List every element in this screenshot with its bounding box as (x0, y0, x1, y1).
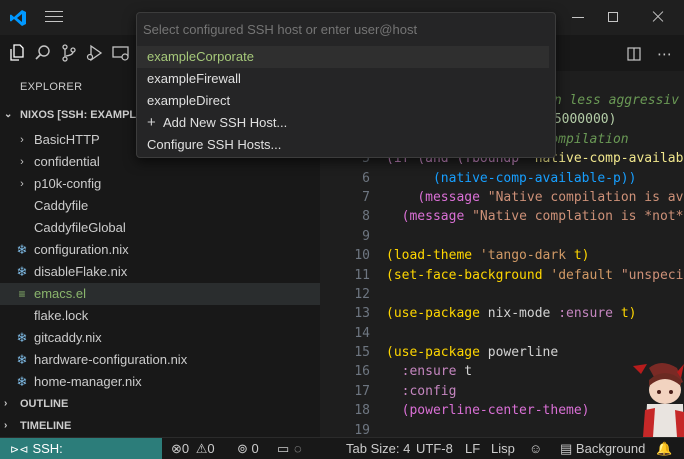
tree-item[interactable]: Caddyfile (0, 195, 320, 217)
tab-size-indicator[interactable]: Tab Size: 4 (346, 438, 410, 459)
tree-item[interactable]: ❄ configuration.nix (0, 239, 320, 261)
background-indicator[interactable]: ▤ Background (560, 438, 645, 459)
nix-snowflake-icon: ❄ (16, 352, 28, 367)
file-tree: › BasicHTTP › confidential › p10k-config Ca… (0, 129, 320, 393)
notifications-icon[interactable]: 🔔 (656, 438, 672, 459)
quick-pick-item-exampleDirect[interactable]: exampleDirect (137, 90, 549, 112)
folder-icon[interactable]: ▭ (277, 438, 289, 459)
plus-icon: + (147, 114, 156, 131)
more-actions-icon[interactable]: ⋯ (657, 45, 672, 63)
tree-item-active[interactable]: ≡ emacs.el (0, 283, 320, 305)
chevron-right-icon: › (4, 420, 8, 431)
chevron-right-icon: › (20, 156, 24, 168)
ports-indicator[interactable]: ⊚ 0 (237, 438, 259, 459)
ssh-host-input[interactable] (143, 19, 549, 41)
files-icon[interactable] (7, 43, 27, 63)
status-bar: ⊳⊲SSH: exampleCorporate ⊗0 ⚠0 ⊚ 0 ▭ ◌ Ta… (0, 437, 684, 459)
split-editor-icon[interactable] (627, 47, 641, 61)
language-indicator[interactable]: Lisp (491, 438, 515, 459)
root-folder-label: NIXOS [SSH: EXAMPLE... (20, 109, 153, 121)
outline-section-header[interactable]: › OUTLINE (0, 393, 320, 415)
encoding-indicator[interactable]: UTF-8 (416, 438, 453, 459)
problems-indicator[interactable]: ⊗0 ⚠0 (171, 438, 215, 459)
remote-explorer-icon[interactable] (111, 43, 131, 63)
tree-item[interactable]: flake.lock (0, 305, 320, 327)
vscode-logo-icon[interactable] (9, 9, 27, 27)
timeline-section-header[interactable]: › TIMELINE (0, 415, 320, 437)
chevron-right-icon: › (20, 178, 24, 190)
tree-item[interactable]: › p10k-config (0, 173, 320, 195)
nix-snowflake-icon: ❄ (16, 374, 28, 389)
quick-pick-item-exampleFirewall[interactable]: exampleFirewall (137, 68, 549, 90)
configure-ssh-hosts-item[interactable]: Configure SSH Hosts... (137, 134, 549, 156)
bell-icon[interactable]: ◌ (294, 438, 302, 459)
nix-snowflake-icon: ❄ (16, 242, 28, 257)
search-icon[interactable] (33, 43, 53, 63)
run-debug-icon[interactable] (85, 43, 105, 63)
elisp-file-icon: ≡ (18, 287, 26, 301)
remote-indicator[interactable]: ⊳⊲SSH: exampleCorporate (0, 438, 162, 459)
close-window-button[interactable] (647, 6, 671, 28)
add-new-ssh-host-item[interactable]: + Add New SSH Host... (137, 112, 549, 134)
warning-icon: ⚠ (195, 441, 208, 456)
remote-icon: ⊳⊲ (10, 444, 29, 456)
explorer-title: EXPLORER (20, 81, 83, 93)
maximize-button[interactable] (602, 6, 626, 28)
eol-indicator[interactable]: LF (465, 438, 480, 459)
document-icon: ▤ (560, 441, 573, 456)
nix-snowflake-icon: ❄ (16, 264, 28, 279)
quick-pick-list: exampleCorporate exampleFirewall example… (137, 46, 555, 156)
copilot-icon[interactable]: ☺ (529, 438, 542, 459)
error-icon: ⊗ (171, 441, 182, 456)
tree-item[interactable]: ❄ hardware-configuration.nix (0, 349, 320, 371)
chevron-down-icon: ⌄ (4, 109, 13, 120)
tree-item[interactable]: ❄ gitcaddy.nix (0, 327, 320, 349)
chevron-right-icon: › (4, 398, 8, 409)
ssh-host-quick-pick: exampleCorporate exampleFirewall example… (136, 12, 556, 158)
quick-pick-item-exampleCorporate[interactable]: exampleCorporate (137, 46, 549, 68)
tree-item[interactable]: ❄ home-manager.nix (0, 371, 320, 393)
broadcast-icon: ⊚ (237, 441, 248, 456)
minimize-button[interactable] (567, 6, 591, 28)
tree-item[interactable]: ❄ disableFlake.nix (0, 261, 320, 283)
editor-actions: ⋯ (627, 45, 672, 63)
tree-item[interactable]: CaddyfileGlobal (0, 217, 320, 239)
source-control-icon[interactable] (59, 43, 79, 63)
chevron-right-icon: › (20, 134, 24, 146)
nix-snowflake-icon: ❄ (16, 330, 28, 345)
menu-icon[interactable] (45, 11, 63, 25)
background-mascot-image (633, 363, 684, 437)
